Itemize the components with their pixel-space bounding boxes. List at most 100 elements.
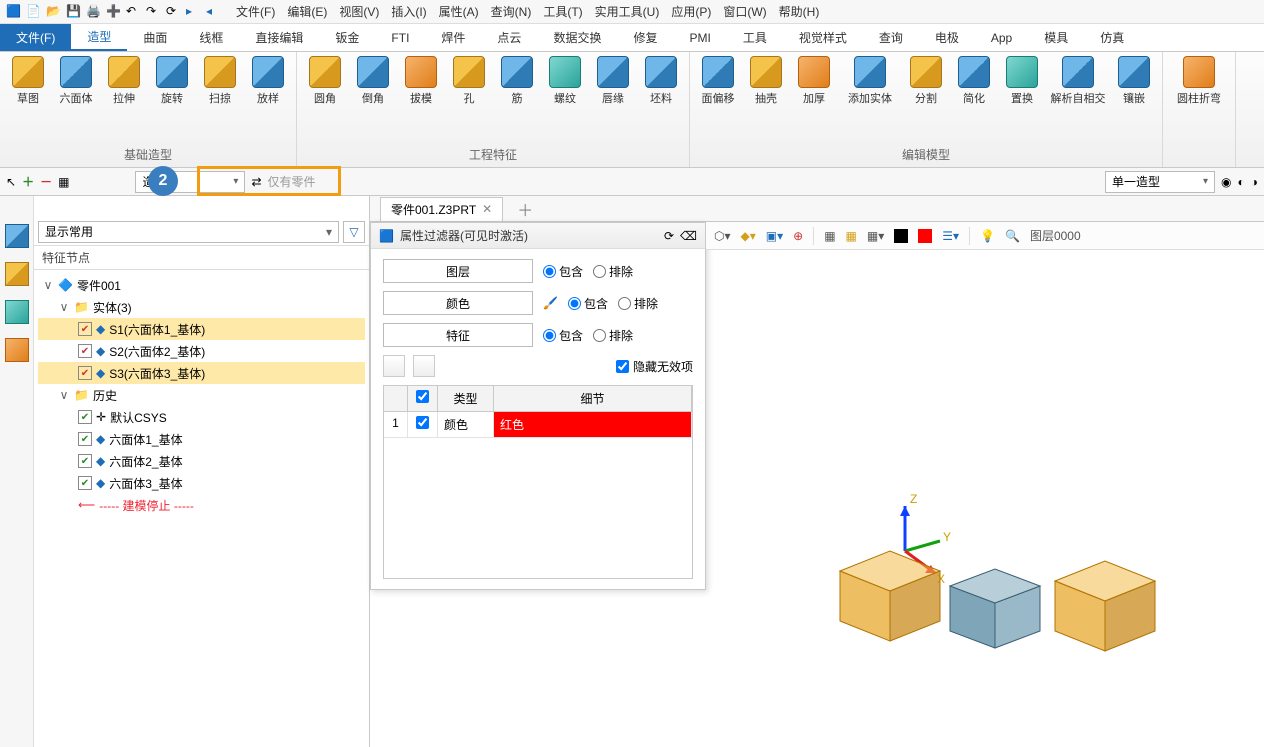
tree-history-item[interactable]: ✔◆六面体3_基体 <box>38 472 365 494</box>
feature-exclude[interactable]: 排除 <box>593 327 633 344</box>
tool-addsolid[interactable]: 添加实体 <box>840 56 900 106</box>
menu-app[interactable]: 应用(P) <box>671 3 711 20</box>
ribbon-tab[interactable]: FTI <box>375 24 425 51</box>
tool-cube[interactable]: 六面体 <box>54 56 98 106</box>
ribbon-tab[interactable]: 线框 <box>183 24 239 51</box>
ribbon-tab[interactable]: 数据交换 <box>537 24 617 51</box>
print-icon[interactable]: 🖨️ <box>86 4 102 20</box>
layer-exclude[interactable]: 排除 <box>593 263 633 280</box>
tool-thicken[interactable]: 加厚 <box>792 56 836 106</box>
menu-window[interactable]: 窗口(W) <box>723 3 766 20</box>
ribbon-tab[interactable]: 直接编辑 <box>239 24 319 51</box>
package-icon[interactable] <box>5 262 29 286</box>
filter-icon[interactable]: ▽ <box>343 221 365 243</box>
feature-include[interactable]: 包含 <box>543 327 583 344</box>
grid3-icon[interactable]: ▦▾ <box>867 229 884 243</box>
ribbon-tab[interactable]: 查询 <box>863 24 919 51</box>
ribbon-tab[interactable]: 视觉样式 <box>783 24 863 51</box>
close-tab-icon[interactable]: ✕ <box>482 202 492 216</box>
color-include[interactable]: 包含 <box>568 295 608 312</box>
color-swatch-black[interactable] <box>894 229 908 243</box>
back-icon[interactable]: ◂ <box>206 4 222 20</box>
menu-attr[interactable]: 属性(A) <box>439 3 479 20</box>
restore-icon[interactable]: ⟳ <box>664 229 674 243</box>
tool-replace[interactable]: 置换 <box>1000 56 1044 106</box>
tool-loft[interactable]: 放样 <box>246 56 290 106</box>
redo-icon[interactable]: ↷ <box>146 4 162 20</box>
open-icon[interactable]: 📂 <box>46 4 62 20</box>
bulb-icon[interactable]: 💡 <box>980 229 995 243</box>
color-swatch-red[interactable] <box>918 229 932 243</box>
save-icon[interactable]: 💾 <box>66 4 82 20</box>
tool-revolve[interactable]: 旋转 <box>150 56 194 106</box>
tree-entity[interactable]: ✔◆S3(六面体3_基体) <box>38 362 365 384</box>
new-tab-button[interactable]: ＋ <box>511 197 539 221</box>
color-field[interactable]: 颜色 <box>383 291 533 315</box>
menu-view[interactable]: 视图(V) <box>339 3 379 20</box>
tool-chamfer[interactable]: 倒角 <box>351 56 395 106</box>
target-icon[interactable]: ⊕ <box>793 229 803 243</box>
ribbon-tab[interactable]: 电极 <box>919 24 975 51</box>
feature-field[interactable]: 特征 <box>383 323 533 347</box>
box-icon[interactable]: ▣▾ <box>766 229 783 243</box>
style-icon[interactable]: ◆▾ <box>741 229 756 243</box>
ribbon-tab[interactable]: 仿真 <box>1084 24 1140 51</box>
menu-help[interactable]: 帮助(H) <box>779 3 820 20</box>
plus-icon[interactable]: ＋ <box>22 173 34 190</box>
menu-query[interactable]: 查询(N) <box>491 3 532 20</box>
ribbon-tab-file[interactable]: 文件(F) <box>0 24 71 51</box>
new-icon[interactable]: 📄 <box>26 4 42 20</box>
ribbon-tab[interactable]: 修复 <box>617 24 673 51</box>
hide-invalid-checkbox[interactable]: 隐藏无效项 <box>616 358 693 375</box>
color-picker-icon[interactable]: 🖌️ <box>543 296 558 310</box>
user-icon[interactable] <box>5 338 29 362</box>
tool-split[interactable]: 分割 <box>904 56 948 106</box>
menu-util[interactable]: 实用工具(U) <box>595 3 660 20</box>
grid-icon[interactable]: ▦ <box>58 175 69 189</box>
tool-thread[interactable]: 螺纹 <box>543 56 587 106</box>
tree-root[interactable]: ∨🔷零件001 <box>38 274 365 296</box>
tool-draft[interactable]: 拔模 <box>399 56 443 106</box>
tool-extrude[interactable]: 拉伸 <box>102 56 146 106</box>
tool-selfx[interactable]: 解析自相交 <box>1048 56 1108 106</box>
ribbon-tab[interactable]: 点云 <box>481 24 537 51</box>
tool-lip[interactable]: 唇缘 <box>591 56 635 106</box>
undo-icon[interactable]: ↶ <box>126 4 142 20</box>
ribbon-tab[interactable]: 钣金 <box>319 24 375 51</box>
tool-cylbend[interactable]: 圆柱折弯 <box>1169 56 1229 106</box>
document-tab[interactable]: 零件001.Z3PRT ✕ <box>380 197 503 221</box>
tree-mode-icon[interactable] <box>5 224 29 248</box>
menu-file[interactable]: 文件(F) <box>236 3 275 20</box>
grid2-icon[interactable]: ▦ <box>846 229 857 243</box>
grid-row[interactable]: 1 颜色 红色 <box>384 412 692 438</box>
viewport[interactable]: 零件001.Z3PRT ✕ ＋ 🟦 属性过滤器(可见时激活) ⟳ ⌫ 图层 包含… <box>370 196 1264 747</box>
layer-include[interactable]: 包含 <box>543 263 583 280</box>
tool-inlay[interactable]: 镶嵌 <box>1112 56 1156 106</box>
tool-offset[interactable]: 面偏移 <box>696 56 740 106</box>
row-chk[interactable] <box>408 412 438 437</box>
ribbon-tab[interactable]: App <box>975 24 1028 51</box>
refresh-icon[interactable]: ⟳ <box>166 4 182 20</box>
ribbon-tab[interactable]: 模具 <box>1028 24 1084 51</box>
shape-dropdown[interactable]: 单一造型 <box>1105 171 1215 193</box>
misc-icon[interactable]: ◉ <box>1221 175 1231 189</box>
tool-hole[interactable]: 孔 <box>447 56 491 106</box>
menu-insert[interactable]: 插入(I) <box>391 3 426 20</box>
panel-close-icon[interactable]: ⌫ <box>680 229 697 243</box>
tool-simplify[interactable]: 简化 <box>952 56 996 106</box>
tool-fillet[interactable]: 圆角 <box>303 56 347 106</box>
layer-field[interactable]: 图层 <box>383 259 533 283</box>
tree-history-item[interactable]: ✔◆六面体1_基体 <box>38 428 365 450</box>
add-icon[interactable]: ➕ <box>106 4 122 20</box>
layer-label[interactable]: 图层0000 <box>1030 227 1081 244</box>
menu-edit[interactable]: 编辑(E) <box>287 3 327 20</box>
save-folder-button[interactable] <box>413 355 435 377</box>
tree-entity[interactable]: ✔◆S2(六面体2_基体) <box>38 340 365 362</box>
display-selector[interactable]: 显示常用 <box>38 221 339 243</box>
ribbon-tab[interactable]: 焊件 <box>425 24 481 51</box>
cube-icon[interactable]: ⬡▾ <box>714 229 731 243</box>
cursor-icon[interactable]: ↖ <box>6 175 16 189</box>
misc-icon[interactable]: ◑ <box>1251 175 1258 189</box>
grid1-icon[interactable]: ▦ <box>824 229 835 243</box>
tool-sketch[interactable]: 草图 <box>6 56 50 106</box>
